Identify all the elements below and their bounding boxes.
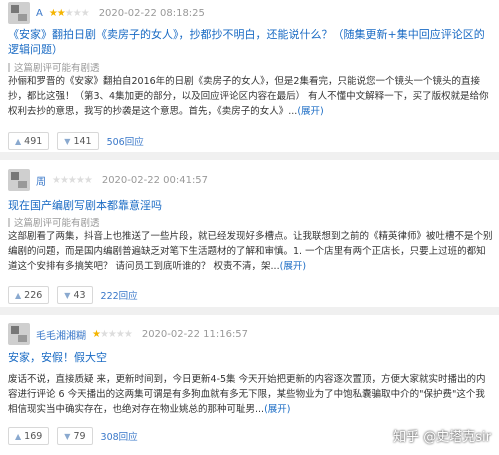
rating-stars: ★★★★★ (48, 7, 90, 19)
review-title[interactable]: 现在国产编剧写剧本都靠意淫吗 (8, 197, 162, 213)
downvote-button[interactable]: ▼ 141 (57, 132, 99, 150)
review-title[interactable]: 《安家》翻拍日剧《卖房子的女人》，抄都抄不明白，还能说什么？（随集更新+集中回应… (8, 27, 494, 57)
review-actions: ▲ 226 ▼ 43 222回应 (8, 286, 138, 304)
divider (0, 307, 499, 315)
rating-stars: ★★★★★ (52, 174, 93, 186)
upvote-button[interactable]: ▲ 226 (8, 286, 50, 304)
review-excerpt: 孙俪和罗晋的《安家》翻拍自2016年的日剧《卖房子的女人》，但是2集看完，只能说… (8, 76, 489, 117)
review-actions: ▲ 491 ▼ 141 506回应 (8, 132, 144, 150)
username[interactable]: A (36, 8, 43, 19)
avatar[interactable] (8, 2, 30, 24)
thumbs-down-icon: ▼ (64, 290, 71, 300)
thumbs-down-icon: ▼ (64, 431, 71, 441)
review-date: 2020-02-22 08:18:25 (98, 7, 205, 19)
upvote-button[interactable]: ▲ 169 (8, 427, 50, 445)
review-header: 毛毛湘湘糊 ★★★★★ 2020-02-22 11:16:57 (8, 323, 248, 345)
review-card-2: 周 ★★★★★ 2020-02-22 00:41:57 现在国产编剧写剧本都靠意… (0, 160, 499, 307)
thumbs-up-icon: ▲ (15, 431, 22, 441)
username[interactable]: 毛毛湘湘糊 (36, 327, 86, 342)
review-date: 2020-02-22 11:16:57 (141, 328, 249, 340)
review-header: A ★★★★★ 2020-02-22 08:18:25 (8, 2, 205, 24)
review-date: 2020-02-22 00:41:57 (101, 174, 209, 186)
review-excerpt: 废话不说，直接质疑 来，更新时间到，今日更新4-5集 今天开始把更新的内容逐次置… (8, 374, 486, 415)
spoiler-notice: 这篇剧评可能有剧透 (8, 215, 100, 229)
spoiler-notice: 这篇剧评可能有剧透 (8, 60, 100, 74)
downvote-button[interactable]: ▼ 43 (57, 286, 93, 304)
avatar[interactable] (8, 169, 30, 191)
username[interactable]: 周 (36, 173, 46, 188)
thumbs-up-icon: ▲ (15, 290, 22, 300)
replies-link[interactable]: 222回应 (101, 288, 138, 302)
replies-link[interactable]: 506回应 (107, 134, 144, 148)
expand-link[interactable]: (展开) (280, 261, 306, 272)
thumbs-down-icon: ▼ (64, 136, 71, 146)
expand-link[interactable]: (展开) (297, 106, 323, 117)
expand-link[interactable]: (展开) (264, 404, 290, 415)
review-header: 周 ★★★★★ 2020-02-22 00:41:57 (8, 169, 208, 191)
downvote-button[interactable]: ▼ 79 (57, 427, 93, 445)
upvote-button[interactable]: ▲ 491 (8, 132, 50, 150)
review-excerpt: 这部剧看了两集，抖音上也推送了一些片段，就已经发现好多槽点。让我联想到之前的《精… (8, 231, 493, 272)
avatar[interactable] (8, 323, 30, 345)
replies-link[interactable]: 308回应 (101, 429, 138, 443)
review-title[interactable]: 安家，安假！假大空 (8, 349, 107, 365)
zhihu-watermark: 知乎 @史塔克sir (393, 430, 491, 445)
review-card-1: A ★★★★★ 2020-02-22 08:18:25 《安家》翻拍日剧《卖房子… (0, 0, 499, 152)
review-actions: ▲ 169 ▼ 79 308回应 (8, 427, 138, 445)
thumbs-up-icon: ▲ (15, 136, 22, 146)
divider (0, 152, 499, 160)
rating-stars: ★★★★★ (92, 328, 133, 340)
